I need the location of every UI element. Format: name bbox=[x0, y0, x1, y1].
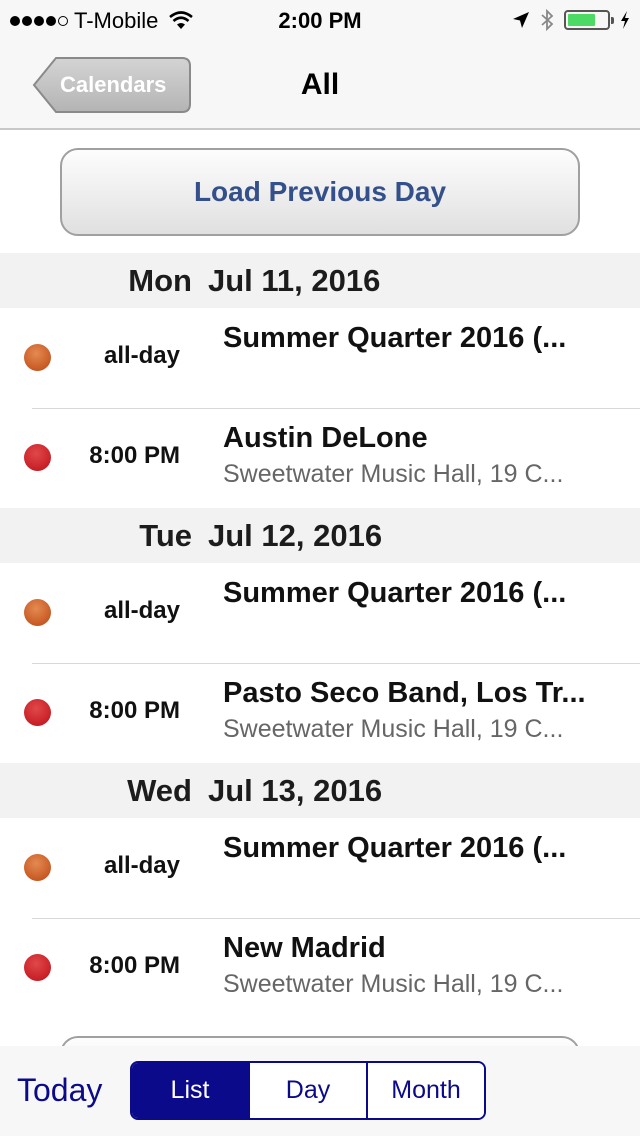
event-title: Austin DeLone bbox=[223, 422, 428, 454]
event-list-scroll[interactable]: Load Previous Day Mon Jul 11, 2016 all-d… bbox=[0, 132, 640, 1046]
event-title: Summer Quarter 2016 (... bbox=[223, 322, 567, 354]
day-date: Jul 11, 2016 bbox=[208, 263, 381, 298]
event-row[interactable]: all-day Summer Quarter 2016 (... bbox=[0, 563, 640, 663]
day-of-week: Wed bbox=[127, 773, 192, 808]
bluetooth-icon bbox=[541, 9, 554, 31]
event-title: Summer Quarter 2016 (... bbox=[223, 577, 567, 609]
segment-list[interactable]: List bbox=[132, 1063, 248, 1118]
load-next-day-button[interactable] bbox=[60, 1036, 580, 1046]
event-row[interactable]: 8:00 PM Pasto Seco Band, Los Tr... Sweet… bbox=[0, 663, 640, 763]
event-row[interactable]: all-day Summer Quarter 2016 (... bbox=[0, 818, 640, 918]
row-divider bbox=[32, 663, 640, 664]
event-time: all-day bbox=[103, 597, 180, 624]
event-row[interactable]: 8:00 PM Austin DeLone Sweetwater Music H… bbox=[0, 408, 640, 508]
day-of-week: Mon bbox=[128, 263, 192, 298]
event-time: all-day bbox=[103, 342, 180, 369]
charging-bolt-icon bbox=[621, 11, 629, 29]
today-button[interactable]: Today bbox=[17, 1072, 102, 1109]
event-row[interactable]: 8:00 PM New Madrid Sweetwater Music Hall… bbox=[0, 918, 640, 1018]
event-location: Sweetwater Music Hall, 19 C... bbox=[223, 460, 564, 488]
row-divider bbox=[32, 408, 640, 409]
row-divider bbox=[32, 918, 640, 919]
day-of-week: Tue bbox=[139, 518, 192, 553]
calendar-color-dot-icon bbox=[24, 344, 51, 371]
status-bar: T-Mobile 2:00 PM bbox=[0, 0, 640, 42]
day-header: Wed Jul 13, 2016 bbox=[0, 763, 640, 818]
calendar-color-dot-icon bbox=[24, 699, 51, 726]
page-title: All bbox=[300, 68, 340, 101]
status-right bbox=[512, 9, 630, 31]
event-time: 8:00 PM bbox=[89, 697, 180, 724]
event-row[interactable]: all-day Summer Quarter 2016 (... bbox=[0, 308, 640, 408]
event-location: Sweetwater Music Hall, 19 C... bbox=[223, 970, 564, 998]
day-header: Mon Jul 11, 2016 bbox=[0, 253, 640, 308]
navigation-bar: Calendars All bbox=[0, 42, 640, 130]
location-arrow-icon bbox=[513, 12, 529, 28]
event-time: all-day bbox=[103, 852, 180, 879]
event-title: Summer Quarter 2016 (... bbox=[223, 832, 567, 864]
segment-month[interactable]: Month bbox=[366, 1063, 484, 1118]
day-list: Mon Jul 11, 2016 all-day Summer Quarter … bbox=[0, 253, 640, 1018]
event-time: 8:00 PM bbox=[89, 442, 180, 469]
battery-icon bbox=[564, 10, 614, 30]
segment-day[interactable]: Day bbox=[248, 1063, 366, 1118]
event-location: Sweetwater Music Hall, 19 C... bbox=[223, 715, 564, 743]
day-date: Jul 12, 2016 bbox=[208, 518, 383, 553]
battery-level bbox=[568, 14, 595, 26]
event-title: New Madrid bbox=[223, 932, 386, 964]
event-time: 8:00 PM bbox=[89, 952, 180, 979]
calendar-color-dot-icon bbox=[24, 444, 51, 471]
bottom-toolbar: Today List Day Month bbox=[0, 1046, 640, 1136]
day-date: Jul 13, 2016 bbox=[208, 773, 383, 808]
calendar-color-dot-icon bbox=[24, 954, 51, 981]
calendar-color-dot-icon bbox=[24, 599, 51, 626]
load-previous-day-button[interactable]: Load Previous Day bbox=[60, 148, 580, 236]
calendar-color-dot-icon bbox=[24, 854, 51, 881]
day-header: Tue Jul 12, 2016 bbox=[0, 508, 640, 563]
event-title: Pasto Seco Band, Los Tr... bbox=[223, 677, 586, 709]
view-mode-segmented-control: List Day Month bbox=[130, 1061, 486, 1120]
